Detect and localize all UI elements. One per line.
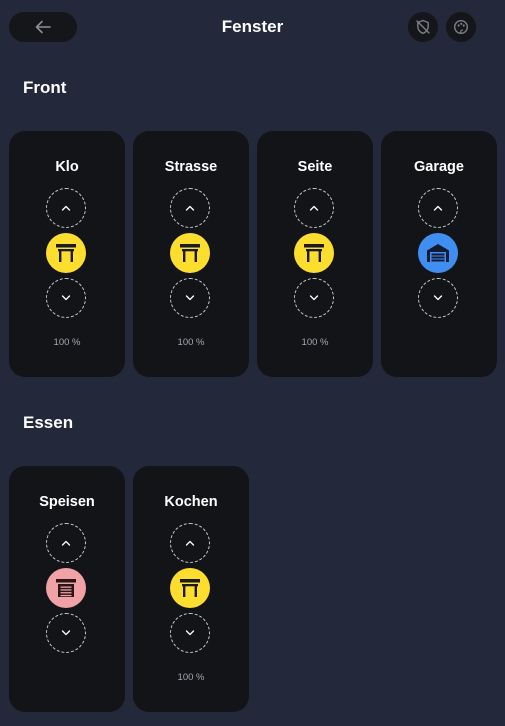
header: Fenster [0, 0, 505, 56]
close-button[interactable] [46, 613, 86, 653]
close-button[interactable] [46, 278, 86, 318]
chevron-down-icon [61, 295, 71, 301]
shutter-state-button[interactable] [46, 233, 86, 273]
close-button[interactable] [294, 278, 334, 318]
window-shutter-open-icon [55, 243, 77, 263]
section-title-front: Front [23, 78, 67, 97]
open-button[interactable] [46, 188, 86, 228]
chevron-up-icon [185, 205, 195, 211]
position-percent: 100 % [177, 337, 205, 348]
shutter-state-button[interactable] [170, 568, 210, 608]
open-button[interactable] [170, 523, 210, 563]
shutter-state-button[interactable] [46, 568, 86, 608]
window-shutter-open-icon [179, 578, 201, 598]
chevron-up-icon [61, 205, 71, 211]
open-button[interactable] [418, 188, 458, 228]
chevron-down-icon [185, 295, 195, 301]
card-name: Speisen [39, 494, 95, 510]
chevron-down-icon [61, 630, 71, 636]
open-button[interactable] [294, 188, 334, 228]
close-button[interactable] [170, 278, 210, 318]
position-percent: 100 % [177, 672, 205, 683]
shutter-card-garage: Garage [381, 131, 497, 377]
chevron-up-icon [185, 540, 195, 546]
position-percent: 100 % [53, 337, 81, 348]
close-button[interactable] [418, 278, 458, 318]
open-button[interactable] [170, 188, 210, 228]
garage-icon [426, 243, 450, 263]
chevron-down-icon [309, 295, 319, 301]
window-shutter-closed-icon [55, 578, 77, 598]
shutter-card-strasse: Strasse 100 % [133, 131, 249, 377]
card-name: Strasse [164, 159, 218, 175]
open-button[interactable] [46, 523, 86, 563]
window-shutter-open-icon [179, 243, 201, 263]
window-shutter-open-icon [303, 243, 325, 263]
shutter-state-button[interactable] [170, 233, 210, 273]
chevron-up-icon [433, 205, 443, 211]
garage-state-button[interactable] [418, 233, 458, 273]
shutter-card-kochen: Kochen 100 % [133, 466, 249, 712]
shutter-card-klo: Klo 100 % [9, 131, 125, 377]
shield-off-button[interactable] [408, 12, 438, 42]
card-name: Klo [55, 159, 79, 175]
chevron-down-icon [433, 295, 443, 301]
shield-off-icon [415, 19, 431, 35]
chevron-down-icon [185, 630, 195, 636]
close-button[interactable] [170, 613, 210, 653]
chevron-up-icon [61, 540, 71, 546]
shutter-card-seite: Seite 100 % [257, 131, 373, 377]
card-name: Garage [414, 159, 464, 175]
palette-icon [453, 19, 469, 35]
shutter-state-button[interactable] [294, 233, 334, 273]
position-percent: 100 % [301, 337, 329, 348]
section-title-essen: Essen [23, 413, 74, 432]
card-name: Kochen [164, 494, 218, 510]
theme-button[interactable] [446, 12, 476, 42]
chevron-up-icon [309, 205, 319, 211]
shutter-card-speisen: Speisen [9, 466, 125, 712]
card-name: Seite [297, 159, 333, 175]
